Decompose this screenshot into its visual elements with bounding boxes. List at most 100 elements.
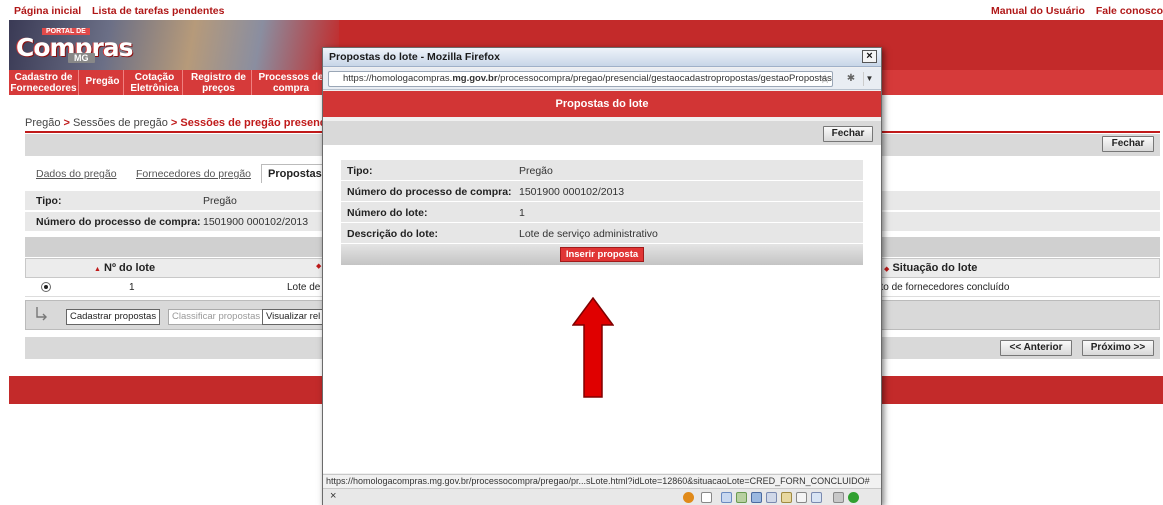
url-domain: mg.gov.br bbox=[452, 73, 498, 84]
sort-asc-icon: ▲ bbox=[94, 266, 101, 273]
nav-label-line1: Pregão bbox=[85, 76, 120, 87]
cadastrar-propostas-button[interactable]: Cadastrar propostas bbox=[66, 309, 161, 325]
breadcrumb-pregao[interactable]: Pregão bbox=[25, 117, 60, 129]
nav-pregao[interactable]: Pregão bbox=[82, 70, 124, 95]
detail-value: Pregão bbox=[519, 165, 553, 177]
nav-cadastro-fornecedores[interactable]: Cadastro de Fornecedores bbox=[9, 70, 79, 95]
addon-edit-icon[interactable] bbox=[721, 492, 732, 503]
visualizar-relatorio-button[interactable]: Visualizar rel bbox=[262, 309, 325, 325]
top-links-right: Manual do Usuário Fale conosco bbox=[983, 5, 1163, 17]
url-prefix: https://homologacompras. bbox=[343, 73, 453, 84]
nav-cotacao-eletronica[interactable]: Cotação Eletrônica bbox=[127, 70, 183, 95]
addon-mail-icon[interactable] bbox=[796, 492, 807, 503]
nav-label-line2: Fornecedores bbox=[10, 83, 77, 94]
radio-dot bbox=[44, 285, 48, 289]
tab-propostas[interactable]: Propostas bbox=[261, 164, 329, 183]
classificar-propostas-button[interactable]: Classificar propostas bbox=[168, 309, 265, 325]
nav-registro-precos[interactable]: Registro de preços bbox=[186, 70, 252, 95]
popup-status-bar: https://homologacompras.mg.gov.br/proces… bbox=[323, 474, 881, 488]
red-arrow-annotation bbox=[572, 297, 614, 398]
proximo-button[interactable]: Próximo >> bbox=[1082, 340, 1154, 356]
anterior-button[interactable]: << Anterior bbox=[1000, 340, 1072, 356]
detail-value: Lote de serviço administrativo bbox=[519, 228, 658, 240]
page: Página inicial Lista de tarefas pendente… bbox=[0, 0, 1163, 505]
row-situacao: mento de fornecedores concluído bbox=[861, 282, 1010, 293]
breadcrumb: Pregão > Sessões de pregão > Sessões de … bbox=[25, 117, 338, 129]
top-links-left: Página inicial Lista de tarefas pendente… bbox=[14, 5, 233, 17]
popup-window-title: Propostas do lote - Mozilla Firefox bbox=[329, 51, 500, 63]
tipo-value: Pregão bbox=[203, 195, 237, 207]
popup-addon-bar: × bbox=[323, 488, 881, 505]
popup-toolbar bbox=[323, 121, 881, 145]
addon-page-icon[interactable] bbox=[701, 492, 712, 503]
nav-label-line2: compra bbox=[272, 83, 310, 94]
chevron-down-icon[interactable]: ▼ bbox=[863, 72, 875, 86]
row-num-lote: 1 bbox=[129, 282, 135, 293]
breadcrumb-sessoes[interactable]: Sessões de pregão bbox=[73, 117, 168, 129]
popup-fechar-button[interactable]: Fechar bbox=[823, 126, 873, 142]
corner-arrow-icon bbox=[34, 306, 48, 322]
extension-icon[interactable]: ✱ bbox=[844, 72, 858, 86]
addon-status-icon[interactable] bbox=[848, 492, 859, 503]
detail-action-row: Inserir proposta bbox=[341, 244, 863, 265]
pending-tasks-link[interactable]: Lista de tarefas pendentes bbox=[92, 5, 224, 17]
detail-value: 1 bbox=[519, 207, 525, 219]
addon-chart-icon[interactable] bbox=[811, 492, 822, 503]
processo-value: 1501900 000102/2013 bbox=[203, 216, 309, 228]
row-desc: Lote de bbox=[287, 282, 321, 293]
fechar-button[interactable]: Fechar bbox=[1102, 136, 1154, 152]
nav-label-line1: Registro de bbox=[190, 72, 246, 83]
sort-icon[interactable]: ◆ bbox=[316, 262, 321, 270]
detail-row-descricao: Descrição do lote: Lote de serviço admin… bbox=[341, 223, 863, 244]
contact-link[interactable]: Fale conosco bbox=[1096, 5, 1163, 17]
home-link[interactable]: Página inicial bbox=[14, 5, 81, 17]
nav-label-line2: Eletrônica bbox=[130, 83, 179, 94]
logo-mg-text: MG bbox=[68, 53, 95, 63]
lot-details-table: Tipo: Pregão Número do processo de compr… bbox=[341, 160, 863, 265]
col-num-lote-label: Nº do lote bbox=[104, 262, 156, 274]
detail-row-processo: Número do processo de compra: 1501900 00… bbox=[341, 181, 863, 202]
nav-label-line1: Cotação bbox=[134, 72, 175, 83]
popup-titlebar[interactable]: Propostas do lote - Mozilla Firefox × bbox=[323, 48, 881, 67]
detail-label: Tipo: bbox=[347, 165, 373, 177]
inserir-proposta-button[interactable]: Inserir proposta bbox=[560, 247, 644, 262]
detail-value: 1501900 000102/2013 bbox=[519, 186, 625, 198]
addon-print-icon[interactable] bbox=[766, 492, 777, 503]
addon-settings-icon[interactable] bbox=[833, 492, 844, 503]
tab-fornecedores[interactable]: Fornecedores do pregão bbox=[136, 168, 251, 180]
nav-label-line1: Cadastro de bbox=[14, 72, 73, 83]
addon-tools-icon[interactable] bbox=[736, 492, 747, 503]
portal-logo[interactable]: PORTAL DE Compras MG bbox=[16, 27, 134, 63]
popup-header: Propostas do lote bbox=[323, 91, 881, 117]
nav-label-line2: preços bbox=[202, 83, 235, 94]
close-icon[interactable]: × bbox=[862, 50, 877, 63]
detail-row-tipo: Tipo: Pregão bbox=[341, 160, 863, 181]
url-suffix: /processocompra/pregao/presencial/gestao… bbox=[497, 73, 833, 84]
breadcrumb-separator: > bbox=[63, 117, 70, 129]
addon-close-icon[interactable]: × bbox=[330, 490, 336, 502]
sort-icon: ◆ bbox=[884, 266, 890, 273]
addon-firefox-icon[interactable] bbox=[683, 492, 694, 503]
detail-row-lote: Número do lote: 1 bbox=[341, 202, 863, 223]
radio-selected-icon[interactable] bbox=[41, 282, 51, 292]
detail-label: Número do lote: bbox=[347, 207, 428, 219]
star-icon[interactable]: ☆ bbox=[817, 71, 833, 87]
firefox-popup-window[interactable]: Propostas do lote - Mozilla Firefox × ht… bbox=[322, 47, 882, 505]
nav-label-line1: Processos de bbox=[258, 72, 324, 83]
popup-url-bar: https://homologacompras.mg.gov.br/proces… bbox=[323, 68, 881, 90]
tipo-label: Tipo: bbox=[36, 195, 62, 207]
nav-processos-compra[interactable]: Processos de compra bbox=[255, 70, 327, 95]
col-situacao-label: Situação do lote bbox=[892, 262, 978, 274]
addon-refresh-icon[interactable] bbox=[781, 492, 792, 503]
processo-label: Número do processo de compra: bbox=[36, 216, 201, 228]
breadcrumb-current: Sessões de pregão presencial bbox=[180, 117, 339, 129]
user-manual-link[interactable]: Manual do Usuário bbox=[991, 5, 1085, 17]
breadcrumb-separator: > bbox=[170, 117, 178, 129]
detail-label: Número do processo de compra: bbox=[347, 186, 512, 198]
col-num-lote[interactable]: ▲ Nº do lote bbox=[94, 262, 155, 274]
detail-label: Descrição do lote: bbox=[347, 228, 439, 240]
col-situacao[interactable]: ◆ Situação do lote bbox=[884, 262, 977, 274]
tab-dados-pregao[interactable]: Dados do pregão bbox=[36, 168, 117, 180]
addon-save-icon[interactable] bbox=[751, 492, 762, 503]
url-field[interactable]: https://homologacompras.mg.gov.br/proces… bbox=[328, 71, 833, 87]
